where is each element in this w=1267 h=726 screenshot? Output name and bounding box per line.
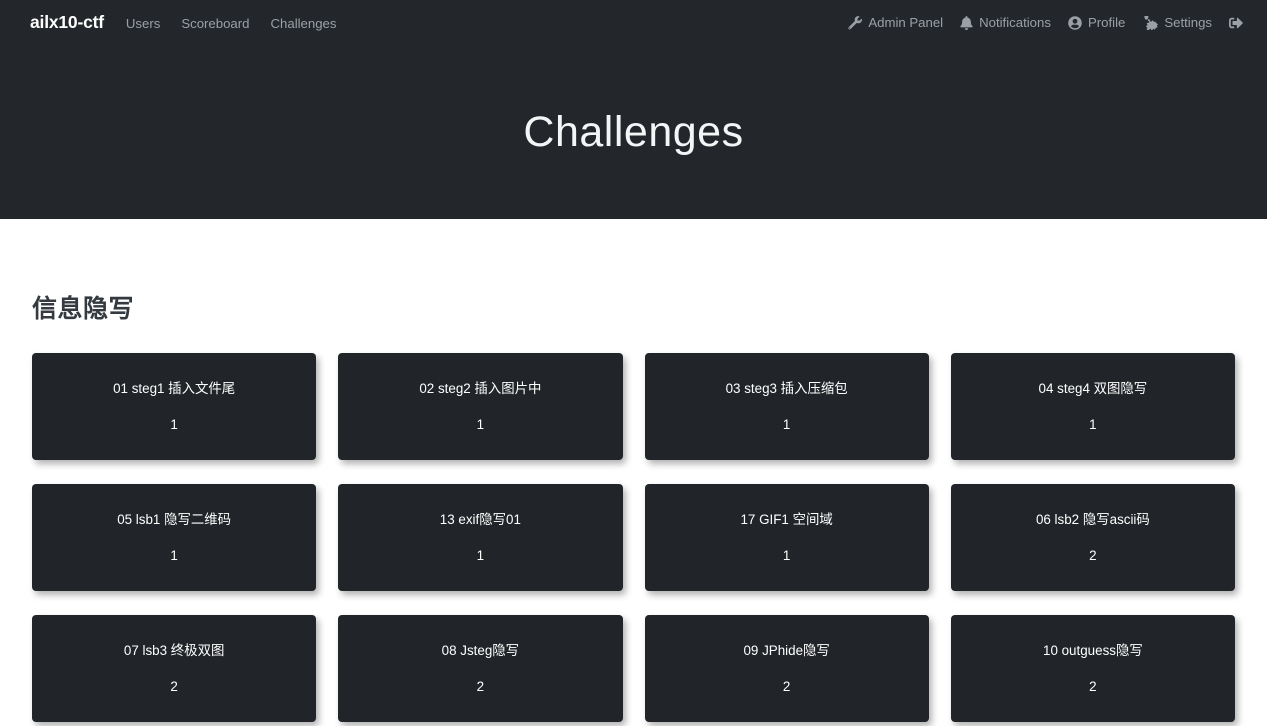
page-title: Challenges — [523, 107, 744, 156]
challenge-name: 07 lsb3 终极双图 — [123, 643, 225, 658]
challenge-card[interactable]: 06 lsb2 隐写ascii码 2 — [950, 484, 1235, 591]
challenge-name: 08 Jsteg隐写 — [441, 643, 520, 658]
gears-icon — [1142, 15, 1159, 30]
challenge-value: 1 — [476, 417, 485, 433]
challenge-card[interactable]: 04 steg4 双图隐写 1 — [950, 353, 1235, 460]
challenge-card[interactable]: 10 outguess隐写 2 — [950, 615, 1235, 722]
challenge-name: 10 outguess隐写 — [1043, 643, 1143, 658]
nav-item-profile[interactable]: Profile — [1068, 15, 1125, 30]
challenge-card[interactable]: 05 lsb1 隐写二维码 1 — [32, 484, 317, 591]
challenge-value: 1 — [1089, 417, 1097, 433]
nav-item-notifications[interactable]: Notifications — [960, 15, 1051, 30]
user-circle-icon — [1068, 15, 1082, 30]
nav-link-users[interactable]: Users — [126, 16, 160, 31]
category-heading: 信息隐写 — [32, 295, 135, 323]
challenge-card[interactable]: 02 steg2 插入图片中 1 — [338, 353, 623, 460]
sign-out-icon — [1229, 16, 1243, 30]
challenge-card[interactable]: 09 JPhide隐写 2 — [644, 615, 929, 722]
nav-item-admin-panel-label: Admin Panel — [868, 15, 944, 30]
challenge-card[interactable]: 08 Jsteg隐写 2 — [338, 615, 623, 722]
challenge-value: 2 — [170, 679, 178, 695]
challenge-name: 06 lsb2 隐写ascii码 — [1035, 512, 1150, 527]
page-header-banner: Challenges — [0, 45, 1267, 219]
nav-item-settings[interactable]: Settings — [1142, 15, 1212, 30]
challenge-value: 2 — [782, 679, 791, 695]
main-navbar: ailx10-ctf Users Scoreboard Challenges A… — [0, 0, 1267, 45]
challenge-card[interactable]: 07 lsb3 终极双图 2 — [32, 615, 317, 722]
challenge-card[interactable]: 13 exif隐写01 1 — [338, 484, 623, 591]
bell-icon — [960, 15, 973, 30]
challenge-name: 02 steg2 插入图片中 — [419, 381, 542, 396]
challenge-name: 04 steg4 双图隐写 — [1038, 381, 1148, 396]
challenge-value: 1 — [170, 417, 178, 433]
challenge-card[interactable]: 17 GIF1 空间域 1 — [644, 484, 929, 591]
challenge-card[interactable]: 03 steg3 插入压缩包 1 — [644, 353, 929, 460]
challenge-value: 2 — [1089, 548, 1097, 564]
nav-item-logout[interactable] — [1229, 16, 1249, 30]
challenge-value: 2 — [1089, 679, 1097, 695]
nav-link-challenges[interactable]: Challenges — [271, 16, 337, 31]
navbar-left-section: ailx10-ctf Users Scoreboard Challenges — [30, 12, 336, 33]
wrench-icon — [848, 15, 863, 30]
brand-logo[interactable]: ailx10-ctf — [30, 12, 104, 33]
challenge-name: 13 exif隐写01 — [439, 512, 521, 527]
nav-link-scoreboard[interactable]: Scoreboard — [181, 16, 249, 31]
challenge-name: 17 GIF1 空间域 — [740, 512, 833, 527]
nav-item-settings-label: Settings — [1164, 15, 1212, 30]
challenge-value: 1 — [782, 548, 791, 564]
challenge-value: 1 — [170, 548, 178, 564]
challenge-value: 1 — [782, 417, 791, 433]
challenge-name: 05 lsb1 隐写二维码 — [117, 512, 232, 527]
challenges-content: 信息隐写 01 steg1 插入文件尾 1 02 steg2 插入图片中 1 0… — [0, 219, 1267, 722]
challenge-value: 1 — [476, 548, 485, 564]
challenge-name: 01 steg1 插入文件尾 — [113, 381, 236, 396]
challenge-value: 2 — [476, 679, 485, 695]
challenge-card-grid: 01 steg1 插入文件尾 1 02 steg2 插入图片中 1 03 ste… — [32, 353, 1235, 722]
navbar-right-section: Admin Panel Notifications Profile Settin… — [848, 15, 1249, 30]
challenge-name: 03 steg3 插入压缩包 — [725, 381, 848, 396]
nav-item-profile-label: Profile — [1087, 15, 1126, 30]
challenge-name: 09 JPhide隐写 — [743, 643, 830, 658]
challenge-card[interactable]: 01 steg1 插入文件尾 1 — [32, 353, 317, 460]
primary-nav-links: Users Scoreboard Challenges — [126, 16, 337, 31]
nav-item-admin-panel[interactable]: Admin Panel — [848, 15, 943, 30]
nav-item-notifications-label: Notifications — [979, 15, 1051, 30]
